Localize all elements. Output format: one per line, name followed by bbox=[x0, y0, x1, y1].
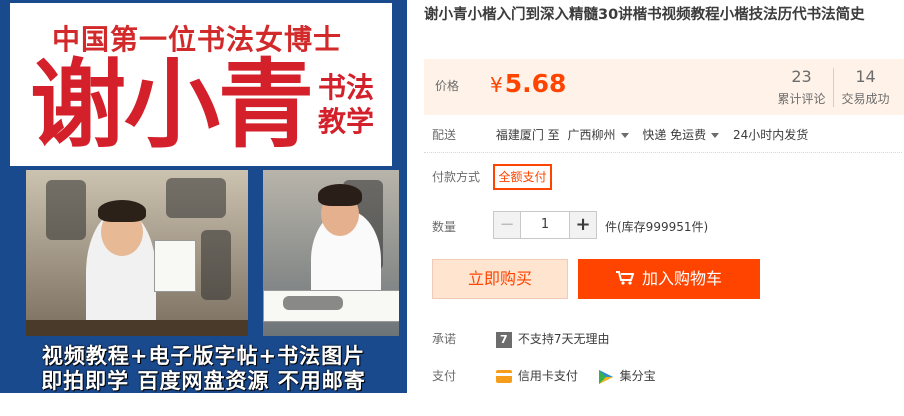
promise-text[interactable]: 不支持7天无理由 bbox=[518, 332, 610, 346]
image-tag: 书法 教学 bbox=[318, 71, 374, 139]
reviews-count: 23 bbox=[791, 67, 812, 86]
dropdown-caret-icon bbox=[620, 133, 629, 138]
price-value: ¥5.68 bbox=[490, 69, 566, 98]
credit-card-pay[interactable]: 信用卡支付 bbox=[518, 369, 578, 383]
cart-icon bbox=[615, 271, 634, 285]
reviews-label: 累计评论 bbox=[777, 92, 826, 106]
price-amount: 5.68 bbox=[504, 69, 567, 98]
buy-now-button[interactable]: 立即购买 bbox=[432, 259, 568, 299]
teaching-photo-left bbox=[26, 170, 248, 336]
divider bbox=[424, 152, 902, 153]
quantity-label: 数量 bbox=[432, 220, 457, 234]
dispatch-time: 24小时内发货 bbox=[732, 128, 809, 142]
quantity-stepper: − 1 + bbox=[493, 211, 597, 239]
product-title: 谢小青小楷入门到深入精髓30讲楷书视频教程小楷技法历代书法简史 bbox=[424, 7, 865, 23]
full-payment-option[interactable]: 全额支付 bbox=[493, 164, 552, 190]
jifenbao-icon bbox=[598, 369, 613, 384]
image-header-panel: 中国第一位书法女博士 谢小青 书法 教学 bbox=[10, 3, 392, 166]
teaching-photo-right bbox=[263, 170, 399, 336]
price-label: 价格 bbox=[435, 79, 460, 93]
pay-label: 支付 bbox=[432, 369, 457, 383]
delivery-from: 福建厦门 至 bbox=[495, 128, 560, 142]
reviews-stat[interactable]: 23 累计评论 bbox=[770, 68, 834, 107]
stock-info: 件(库存999951件) bbox=[605, 220, 709, 234]
add-to-cart-label: 加入购物车 bbox=[641, 269, 722, 288]
promise-row: 承诺 7 不支持7天无理由 bbox=[432, 330, 609, 348]
delivery-row: 配送 福建厦门 至 广西柳州 快递 免运费 24小时内发货 bbox=[432, 126, 808, 143]
product-main-image[interactable]: 中国第一位书法女博士 谢小青 书法 教学 视频教程+电子版字帖+书法图片 即拍即… bbox=[0, 0, 407, 393]
currency-symbol: ¥ bbox=[490, 73, 503, 97]
seven-day-icon: 7 bbox=[495, 331, 512, 348]
payment-method-label: 付款方式 bbox=[432, 170, 481, 184]
quantity-decrease-button[interactable]: − bbox=[493, 211, 521, 239]
image-tag-line2: 教学 bbox=[317, 105, 374, 138]
destination-select[interactable]: 广西柳州 bbox=[567, 126, 629, 143]
deals-count: 14 bbox=[855, 67, 876, 86]
add-to-cart-button[interactable]: 加入购物车 bbox=[578, 259, 760, 299]
shipping-value: 快递 免运费 bbox=[642, 128, 707, 142]
dropdown-caret-icon bbox=[711, 133, 720, 138]
quantity-input[interactable]: 1 bbox=[521, 211, 569, 239]
pay-row: 支付 信用卡支付 集分宝 bbox=[432, 367, 656, 385]
jifenbao-pay[interactable]: 集分宝 bbox=[620, 369, 656, 383]
image-banner-line2: 即拍即学 百度网盘资源 不用邮寄 bbox=[41, 369, 366, 393]
image-tag-line1: 书法 bbox=[317, 71, 374, 104]
promise-label: 承诺 bbox=[432, 332, 457, 346]
delivery-label: 配送 bbox=[432, 128, 457, 142]
shipping-select[interactable]: 快递 免运费 bbox=[642, 126, 720, 143]
deals-stat: 14 交易成功 bbox=[834, 68, 897, 107]
destination-value: 广西柳州 bbox=[567, 128, 616, 142]
image-teacher-name: 谢小青 bbox=[30, 48, 314, 161]
quantity-increase-button[interactable]: + bbox=[569, 211, 597, 239]
deals-label: 交易成功 bbox=[841, 92, 890, 106]
price-panel: 价格 ¥5.68 23 累计评论 14 交易成功 bbox=[424, 59, 904, 115]
credit-card-icon bbox=[495, 370, 512, 383]
